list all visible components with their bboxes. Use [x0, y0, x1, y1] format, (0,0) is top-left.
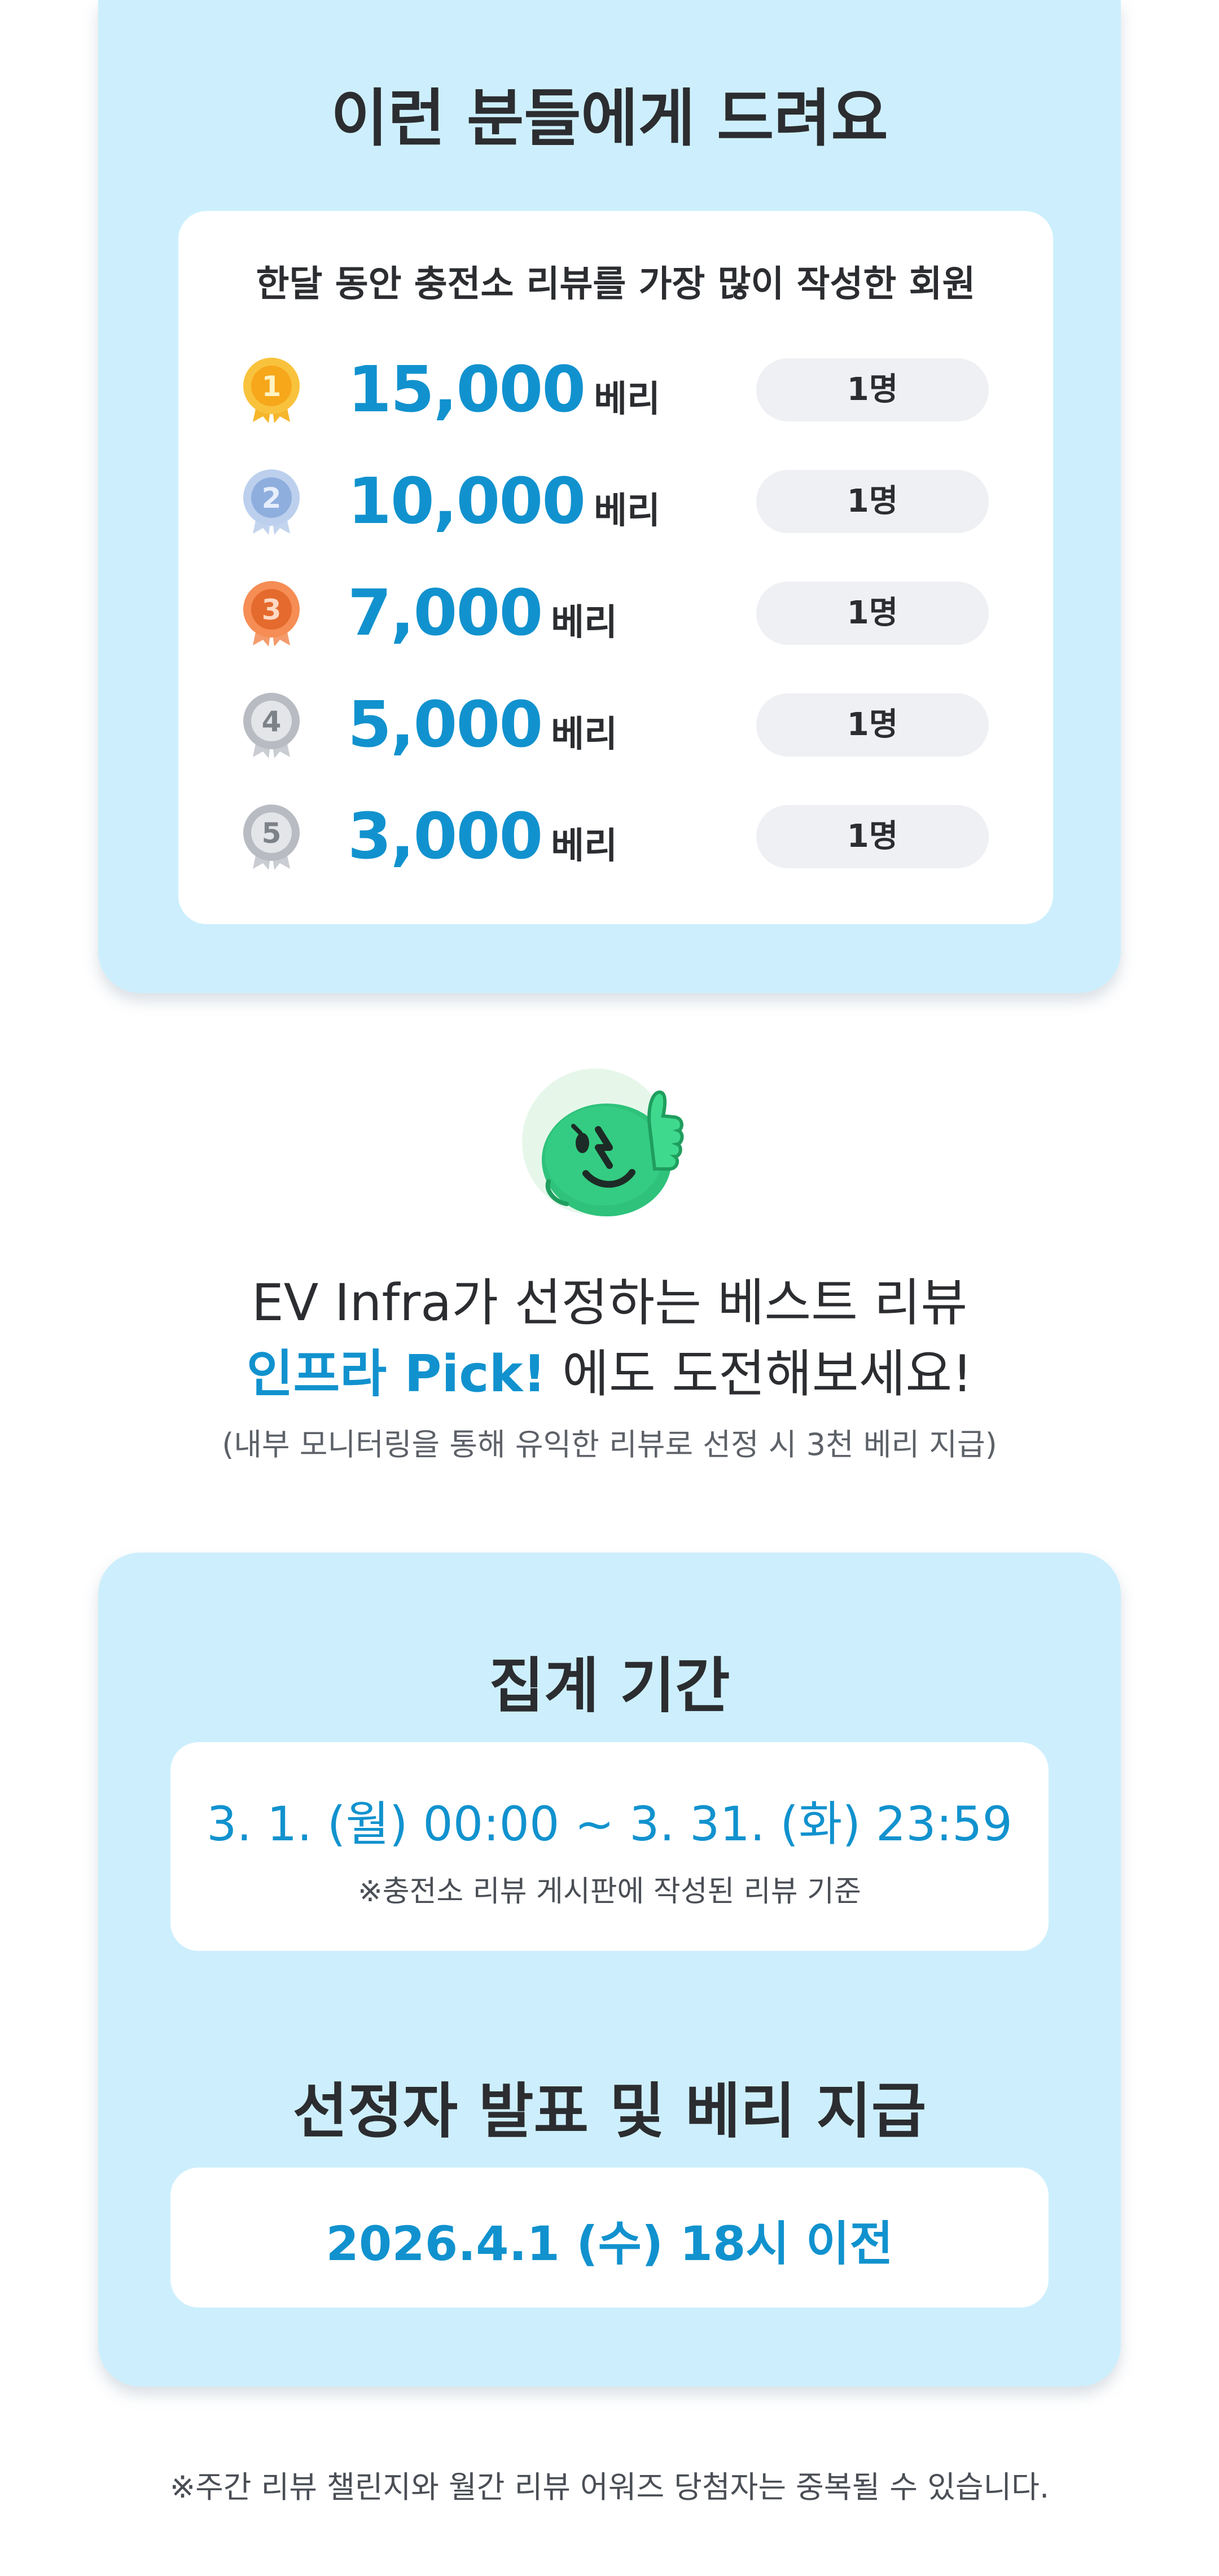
reward-amount: 3,000 베리	[348, 800, 617, 873]
footer-note: ※주간 리뷰 챌린지와 월간 리뷰 어워즈 당첨자는 중복될 수 있습니다.	[169, 2469, 1050, 2505]
bronze-medal-icon: 3	[240, 580, 302, 647]
period-card: 집계 기간 3. 1. (월) 00:00 ~ 3. 31. (화) 23:59…	[98, 1553, 1121, 2386]
winner-count-badge: 1명	[756, 805, 989, 868]
pick-highlight: 인프라 Pick!	[246, 1344, 546, 1404]
period-box: 3. 1. (월) 00:00 ~ 3. 31. (화) 23:59 ※충전소 …	[170, 1742, 1049, 1951]
reward-unit: 베리	[551, 714, 618, 755]
pick-line-2-rest: 에도 도전해보세요!	[546, 1344, 973, 1404]
pick-note: (내부 모니터링을 통해 유익한 리뷰로 선정 시 3천 베리 지급)	[222, 1427, 997, 1462]
svg-text:1: 1	[262, 370, 282, 403]
reward-number: 3,000	[348, 800, 543, 873]
gray-medal-icon: 4	[240, 692, 302, 758]
winner-count-badge: 1명	[756, 582, 989, 645]
rank-row-2: 2 10,000 베리 1명	[178, 465, 1053, 538]
reward-unit: 베리	[551, 602, 618, 644]
gold-medal-icon: 1	[240, 357, 302, 423]
ranking-box: 한달 동안 충전소 리뷰를 가장 많이 작성한 회원 1 15,000 베리 1…	[178, 211, 1053, 924]
blue-medal-icon: 2	[240, 468, 302, 535]
target-card: 이런 분들에게 드려요 한달 동안 충전소 리뷰를 가장 많이 작성한 회원 1…	[98, 0, 1121, 993]
winner-count-badge: 1명	[756, 358, 989, 421]
announce-box: 2026.4.1 (수) 18시 이전	[170, 2168, 1049, 2307]
period-title: 집계 기간	[489, 1651, 730, 1721]
announce-date: 2026.4.1 (수) 18시 이전	[326, 2216, 893, 2271]
svg-text:5: 5	[262, 817, 282, 850]
reward-number: 10,000	[348, 465, 586, 538]
winner-count-badge: 1명	[756, 693, 989, 757]
reward-amount: 10,000 베리	[348, 465, 660, 538]
reward-unit: 베리	[551, 825, 618, 867]
rank-row-3: 3 7,000 베리 1명	[178, 577, 1053, 650]
pick-line-1: EV Infra가 선정하는 베스트 리뷰	[251, 1273, 968, 1333]
period-range-note: ※충전소 리뷰 게시판에 작성된 리뷰 기준	[358, 1875, 861, 1909]
rank-row-1: 1 15,000 베리 1명	[178, 353, 1053, 427]
reward-unit: 베리	[594, 490, 660, 532]
rank-row-5: 5 3,000 베리 1명	[178, 800, 1053, 873]
reward-amount: 15,000 베리	[348, 353, 660, 427]
gray-medal-icon: 5	[240, 803, 302, 870]
reward-unit: 베리	[594, 379, 660, 420]
reward-amount: 7,000 베리	[348, 577, 617, 650]
reward-number: 5,000	[348, 688, 543, 762]
reward-amount: 5,000 베리	[348, 688, 617, 762]
period-range: 3. 1. (월) 00:00 ~ 3. 31. (화) 23:59	[207, 1796, 1012, 1852]
winner-count-badge: 1명	[756, 470, 989, 533]
rank-row-4: 4 5,000 베리 1명	[178, 688, 1053, 762]
pick-line-2: 인프라 Pick! 에도 도전해보세요!	[0, 1333, 1219, 1406]
target-title: 이런 분들에게 드려요	[331, 82, 888, 155]
announce-title: 선정자 발표 및 베리 지급	[292, 2077, 927, 2146]
svg-text:3: 3	[262, 594, 282, 626]
reward-number: 7,000	[348, 577, 543, 650]
svg-text:4: 4	[262, 705, 282, 738]
svg-text:2: 2	[262, 482, 282, 515]
thumbs-up-mascot	[519, 1063, 689, 1221]
ranking-subtitle: 한달 동안 충전소 리뷰를 가장 많이 작성한 회원	[256, 263, 976, 305]
reward-number: 15,000	[348, 353, 586, 427]
